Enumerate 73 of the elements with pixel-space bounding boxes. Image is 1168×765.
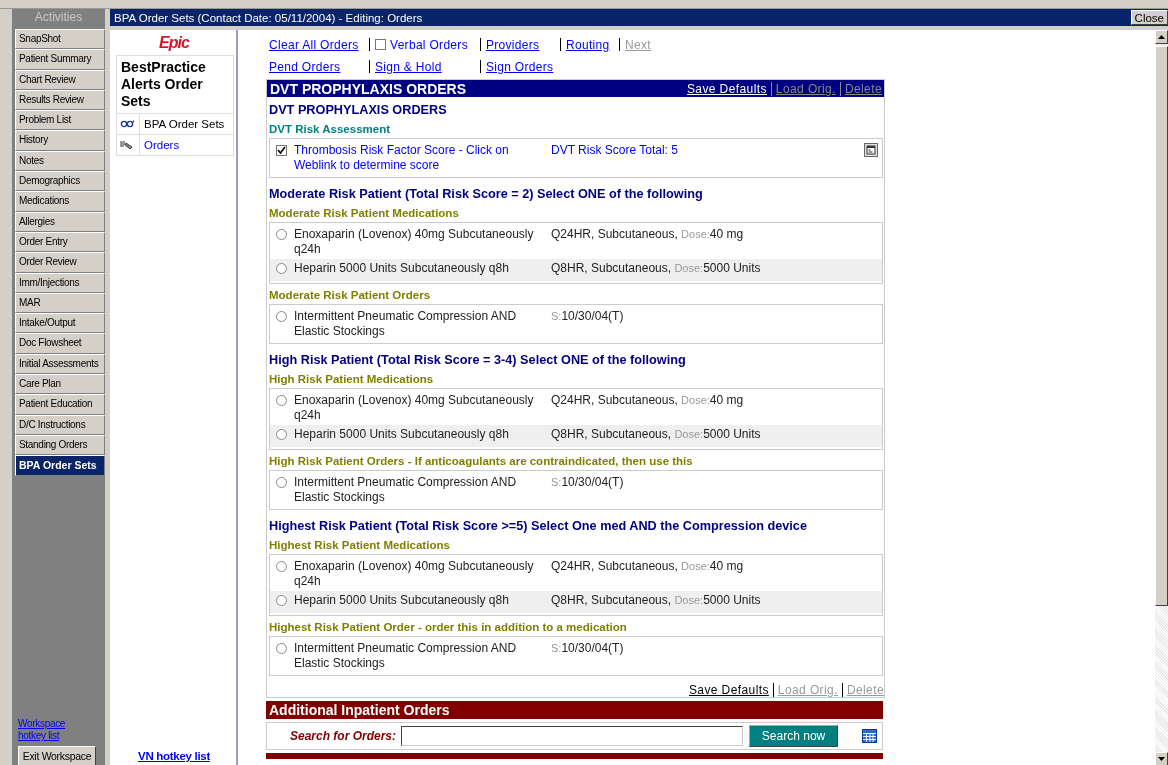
section-heading: High Risk Patient (Total Risk Score = 3-4) Select ONE of the following	[269, 352, 687, 368]
group-heading: Moderate Risk Patient Medications	[269, 206, 460, 220]
order-details: Q24HR, Subcutaneous, Dose:40 mg	[551, 393, 745, 408]
sidebar-title: Activities	[33, 10, 84, 26]
group-heading: High Risk Patient Orders - If anticoagulants are contraindicated, then use this	[269, 454, 694, 468]
activity-tab[interactable]: Doc Flowsheet	[15, 333, 105, 354]
activity-tab[interactable]: Chart Review	[15, 69, 105, 90]
order-details: Q8HR, Subcutaneous, Dose:5000 Units	[551, 593, 762, 608]
navigator-heading: BestPractice Alerts Order Sets	[116, 55, 234, 114]
toolbar-link[interactable]: Clear All Orders	[269, 38, 359, 52]
activity-tab[interactable]: MAR	[15, 292, 105, 314]
group-heading: Highest Risk Patient Order - order this in addition to a medication	[269, 620, 628, 634]
order-details: DVT Risk Score Total: 5	[551, 143, 679, 158]
order-details: Q24HR, Subcutaneous, Dose:40 mg	[551, 559, 745, 574]
group-heading: DVT Risk Assessment	[269, 122, 391, 136]
activity-tab[interactable]: Problem List	[15, 110, 105, 131]
close-button[interactable]: Close	[1130, 10, 1168, 25]
activity-tab[interactable]: Demographics	[15, 171, 105, 192]
toolbar-link[interactable]: Routing	[566, 37, 610, 52]
action-link[interactable]: Save Defaults	[686, 81, 767, 96]
order-name: Enoxaparin (Lovenox) 40mg Subcutaneously q24h	[294, 559, 534, 589]
section-heading: Moderate Risk Patient (Total Risk Score = 2) Select ONE of the following	[269, 186, 704, 202]
group-heading: Moderate Risk Patient Orders	[269, 288, 432, 302]
search-button[interactable]: Search now	[749, 725, 839, 747]
activity-tab[interactable]: BPA Order Sets	[15, 455, 105, 476]
activity-tab[interactable]: Order Entry	[15, 231, 105, 253]
activity-tab[interactable]: Allergies	[15, 211, 105, 232]
score-link[interactable]: Thrombosis Risk Factor Score - Click on Weblink to determine score	[294, 143, 534, 173]
activity-tab[interactable]: Patient Education	[15, 394, 105, 415]
activity-tab[interactable]: Standing Orders	[15, 434, 105, 456]
group-heading: High Risk Patient Medications	[269, 372, 435, 386]
order-name: Enoxaparin (Lovenox) 40mg Subcutaneously q24h	[294, 227, 534, 257]
logo: Epic	[159, 34, 189, 52]
toolbar-link[interactable]: Sign Orders	[486, 59, 554, 74]
checkbox-label[interactable]: Verbal Orders	[390, 37, 468, 52]
order-name: Heparin 5000 Units Subcutaneously q8h	[294, 261, 510, 276]
activity-tab[interactable]: Imm/Injections	[15, 272, 105, 293]
order-name: Heparin 5000 Units Subcutaneously q8h	[294, 593, 510, 608]
section-header: Additional Inpatient Orders	[266, 701, 883, 719]
order-details: Q8HR, Subcutaneous, Dose:5000 Units	[551, 261, 762, 276]
section-heading: DVT PROPHYLAXIS ORDERS	[269, 102, 448, 118]
toolbar-link[interactable]: Pend Orders	[269, 60, 341, 74]
action-link[interactable]: Save Defaults	[688, 683, 769, 697]
order-details: Q8HR, Subcutaneous, Dose:5000 Units	[551, 427, 762, 442]
order-name: Intermittent Pneumatic Compression AND Elastic Stockings	[294, 475, 518, 505]
order-name: Heparin 5000 Units Subcutaneously q8h	[294, 427, 510, 442]
order-name: Intermittent Pneumatic Compression AND Elastic Stockings	[294, 309, 518, 339]
search-label: Search for Orders:	[290, 729, 397, 743]
activity-tab[interactable]: Initial Assessments	[15, 353, 105, 375]
activity-tab[interactable]: SnapShot	[15, 29, 105, 50]
activity-tab[interactable]: Results Review	[15, 89, 105, 111]
activity-tab[interactable]: Care Plan	[15, 374, 105, 395]
group-heading: Highest Risk Patient Medications	[269, 538, 451, 552]
activity-tab[interactable]: Order Review	[15, 252, 105, 273]
activity-tab[interactable]: History	[15, 130, 105, 151]
order-name: Enoxaparin (Lovenox) 40mg Subcutaneously q24h	[294, 393, 534, 423]
activity-tab[interactable]: Medications	[15, 191, 105, 212]
activity-tab[interactable]: Patient Summary	[15, 49, 105, 70]
exit-button[interactable]: Exit Workspace	[18, 746, 96, 765]
window-title: BPA Order Sets (Contact Date: 05/11/2004) - Editing: Orders	[113, 11, 423, 24]
order-details: S:10/30/04(T)	[551, 475, 625, 490]
activity-tab[interactable]: Notes	[15, 150, 105, 172]
activity-tab[interactable]: Intake/Output	[15, 313, 105, 334]
toolbar-link[interactable]: Sign & Hold	[375, 59, 442, 74]
order-set-title: DVT PROPHYLAXIS ORDERS	[270, 80, 467, 97]
order-details: Q24HR, Subcutaneous, Dose:40 mg	[551, 227, 745, 242]
order-name: Intermittent Pneumatic Compression AND Elastic Stockings	[294, 641, 518, 671]
toolbar-link[interactable]: Providers	[486, 37, 540, 52]
section-heading: Highest Risk Patient (Total Risk Score >=5) Select One med AND the Compression device	[269, 518, 808, 534]
activity-tab[interactable]: D/C Instructions	[15, 414, 105, 435]
order-details: S:10/30/04(T)	[551, 309, 625, 324]
hotkey-link[interactable]: VN hotkey list	[138, 750, 210, 762]
order-details: S:10/30/04(T)	[551, 641, 625, 656]
